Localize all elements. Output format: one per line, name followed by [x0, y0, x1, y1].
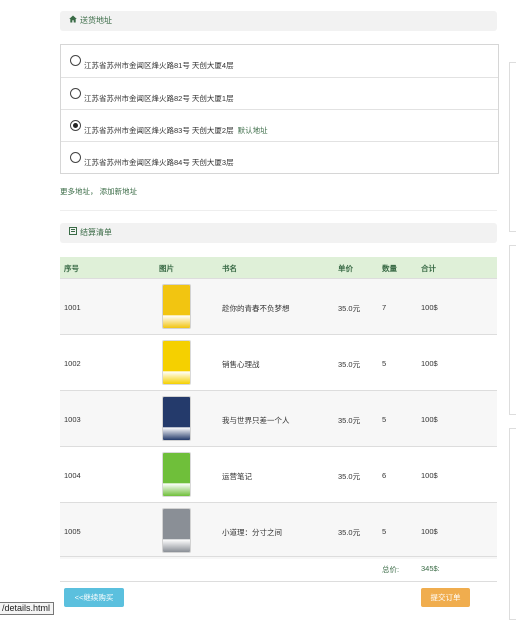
address-text: 江苏省苏州市金阊区烽火路82号 天创大厦1层 [84, 94, 234, 103]
list-icon [68, 223, 77, 243]
book-title[interactable]: 销售心理战 [222, 359, 260, 370]
address-option[interactable]: 江苏省苏州市金阊区烽火路83号 天创大厦2层 默认地址 [61, 109, 498, 142]
address-option[interactable]: 江苏省苏州市金阊区烽火路84号 天创大厦3层 [61, 141, 498, 174]
row-total: 100$ [421, 471, 438, 480]
address-radio[interactable] [70, 88, 81, 99]
address-radio[interactable] [70, 55, 81, 66]
address-text: 江苏省苏州市金阊区烽火路84号 天创大厦3层 [84, 158, 234, 167]
header-price: 单价 [338, 264, 353, 273]
address-text-wrap: 江苏省苏州市金阊区烽火路83号 天创大厦2层 默认地址 [84, 125, 268, 136]
row-qty: 7 [382, 303, 387, 312]
header-image: 图片 [159, 264, 174, 273]
row-price: 35.0元 [338, 416, 361, 425]
more-addresses-link[interactable]: 更多地址 [60, 187, 90, 196]
address-option[interactable]: 江苏省苏州市金阊区烽火路82号 天创大厦1层 [61, 77, 498, 110]
row-total: 100$ [421, 303, 438, 312]
side-panel-edge [509, 62, 516, 232]
row-total: 100$ [421, 359, 438, 368]
book-cover-image[interactable] [163, 509, 190, 552]
home-icon [68, 11, 77, 31]
side-panel-edge [509, 428, 516, 620]
total-value: 345$: [421, 564, 440, 573]
link-separator: ， [90, 187, 98, 196]
address-option[interactable]: 江苏省苏州市金阊区烽火路81号 天创大厦4层 [61, 45, 498, 77]
add-address-link[interactable]: 添加新地址 [100, 187, 138, 196]
checkout-section-title: 结算清单 [80, 228, 112, 237]
row-price: 35.0元 [338, 304, 361, 313]
book-cover-image[interactable] [163, 453, 190, 496]
header-total: 合计 [421, 264, 436, 273]
address-text: 江苏省苏州市金阊区烽火路81号 天创大厦4层 [84, 61, 234, 70]
book-cover-image[interactable] [163, 341, 190, 384]
divider [60, 210, 497, 211]
row-price: 35.0元 [338, 528, 361, 537]
header-title: 书名 [222, 264, 237, 273]
order-summary-row: 总价: 345$: [60, 556, 497, 582]
row-qty: 6 [382, 471, 387, 480]
address-radio[interactable] [70, 152, 81, 163]
row-qty: 5 [382, 527, 387, 536]
address-section-header: 送货地址 [60, 11, 497, 31]
row-qty: 5 [382, 359, 387, 368]
row-id: 1002 [64, 359, 81, 368]
default-address-badge: 默认地址 [237, 126, 268, 135]
address-text: 江苏省苏州市金阊区烽火路83号 天创大厦2层 [84, 126, 234, 135]
table-row: 1005 小道理：分寸之间 35.0元 5 100$ [60, 502, 497, 559]
book-cover-image[interactable] [163, 285, 190, 328]
row-id: 1001 [64, 303, 81, 312]
row-total: 100$ [421, 527, 438, 536]
row-price: 35.0元 [338, 360, 361, 369]
address-section-title: 送货地址 [80, 16, 112, 25]
checkout-section-header: 结算清单 [60, 223, 497, 243]
cart-table-header: 序号 图片 书名 单价 数量 合计 [60, 257, 497, 278]
table-row: 1002 销售心理战 35.0元 5 100$ [60, 334, 497, 391]
table-row: 1003 我与世界只差一个人 35.0元 5 100$ [60, 390, 497, 447]
submit-order-button[interactable]: 提交订单 [421, 588, 470, 607]
row-id: 1005 [64, 527, 81, 536]
table-row: 1004 运营笔记 35.0元 6 100$ [60, 446, 497, 503]
book-title[interactable]: 我与世界只差一个人 [222, 415, 290, 426]
table-row: 1001 趁你的青春不负梦想 35.0元 7 100$ [60, 278, 497, 335]
book-title[interactable]: 小道理：分寸之间 [222, 527, 282, 538]
header-id: 序号 [64, 264, 79, 273]
continue-shopping-button[interactable]: <<继续购买 [64, 588, 124, 607]
address-links: 更多地址， 添加新地址 [60, 186, 137, 197]
address-radio-selected[interactable] [70, 120, 81, 131]
row-qty: 5 [382, 415, 387, 424]
status-url-tooltip: /details.html [0, 602, 55, 615]
side-panel-edge [509, 245, 516, 415]
book-title[interactable]: 趁你的青春不负梦想 [222, 303, 290, 314]
row-id: 1004 [64, 471, 81, 480]
row-price: 35.0元 [338, 472, 361, 481]
header-qty: 数量 [382, 264, 397, 273]
book-title[interactable]: 运营笔记 [222, 471, 252, 482]
book-cover-image[interactable] [163, 397, 190, 440]
address-list: 江苏省苏州市金阊区烽火路81号 天创大厦4层 江苏省苏州市金阊区烽火路82号 天… [60, 44, 499, 174]
row-total: 100$ [421, 415, 438, 424]
row-id: 1003 [64, 415, 81, 424]
total-label: 总价: [382, 565, 400, 574]
